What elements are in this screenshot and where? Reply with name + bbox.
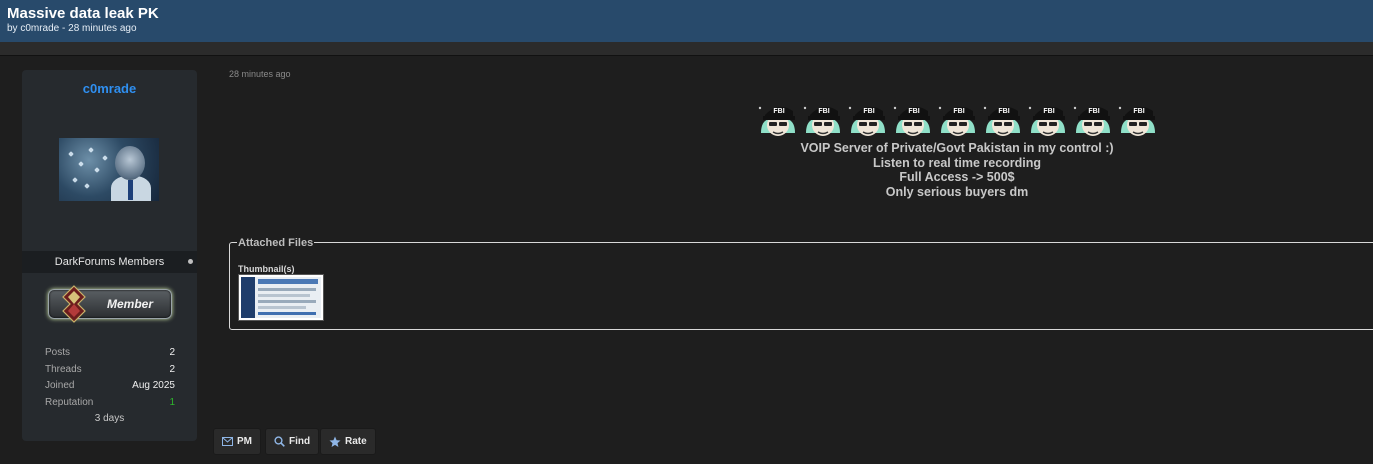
stat-label: Threads [45,363,82,375]
svg-text:FBI: FBI [818,108,829,115]
attached-files-legend: Attached Files [237,237,315,249]
header-divider [0,42,1373,56]
svg-text:FBI: FBI [998,108,1009,115]
fbi-emoji-icon: FBI [1028,106,1065,136]
fbi-emoji-icon: FBI [983,106,1020,136]
stat-posts: Posts 2 [45,347,175,364]
stat-label: Posts [45,347,71,358]
author-profile-card: c0mrade DarkForums Members Member Posts … [22,70,197,441]
pm-button-label: PM [237,436,252,447]
fbi-emoji-icon: FBI [1073,106,1110,136]
stat-label: Reputation [45,396,94,408]
svg-text:FBI: FBI [908,108,919,115]
thread-header: Massive data leak PK by c0mrade - 28 min… [0,0,1373,42]
stat-joined: Joined Aug 2025 [45,380,175,397]
thumbnails-label: Thumbnail(s) [238,264,295,274]
thread-title: Massive data leak PK [7,5,159,22]
post-line: Full Access -> 500$ [899,170,1015,185]
fbi-emoji-icon: FBI [938,106,975,136]
svg-text:FBI: FBI [773,108,784,115]
author-stats: Posts 2 Threads 2 Joined Aug 2025 Reputa… [45,347,175,413]
user-group-row: DarkForums Members [22,251,197,273]
find-button[interactable]: Find [265,428,320,455]
rate-button-label: Rate [345,436,367,447]
star-icon [329,436,341,447]
badge-label: Member [106,297,153,311]
stat-threads: Threads 2 [45,364,175,381]
stat-value: Aug 2025 [132,380,175,391]
search-icon [274,436,285,447]
svg-text:FBI: FBI [863,108,874,115]
fbi-emoji-icon: FBI [848,106,885,136]
svg-text:FBI: FBI [953,108,964,115]
fbi-emoji-row: FBI FBI FBI FBI FBI FBI FBI FBI FBI [757,99,1162,141]
last-visit: 3 days [94,413,125,424]
thread-byline: by c0mrade - 28 minutes ago [7,23,137,34]
stat-label: Joined [45,380,75,391]
pm-button[interactable]: PM [213,428,261,455]
online-status-icon [188,259,193,264]
fbi-emoji-icon: FBI [803,106,840,136]
user-group-name: DarkForums Members [54,256,165,268]
rate-button[interactable]: Rate [320,428,376,455]
author-username-link[interactable]: c0mrade [22,81,197,96]
post-line: Only serious buyers dm [885,184,1029,199]
stat-value[interactable]: 2 [169,347,175,358]
fbi-emoji-icon: FBI [893,106,930,136]
svg-text:FBI: FBI [1043,108,1054,115]
fbi-emoji-icon: FBI [758,106,795,136]
svg-text:FBI: FBI [1088,108,1099,115]
stat-value[interactable]: 1 [169,397,175,408]
attached-files: Attached Files Thumbnail(s) [229,237,1373,330]
attachment-thumbnail[interactable] [238,274,324,321]
rank-emblem-icon [62,285,86,323]
stat-reputation: Reputation 1 [45,397,175,414]
find-button-label: Find [289,436,311,447]
post-timestamp[interactable]: 28 minutes ago [229,69,291,79]
stat-value[interactable]: 2 [169,364,175,375]
svg-text:FBI: FBI [1133,108,1144,115]
envelope-icon [222,437,233,446]
post-body: VOIP Server of Private/Govt Pakistan in … [757,141,1157,199]
avatar[interactable] [59,138,159,201]
member-rank-badge: Member [48,285,172,323]
post-line: Listen to real time recording [872,155,1042,170]
post-line: VOIP Server of Private/Govt Pakistan in … [800,141,1114,155]
fbi-emoji-icon: FBI [1118,106,1155,136]
